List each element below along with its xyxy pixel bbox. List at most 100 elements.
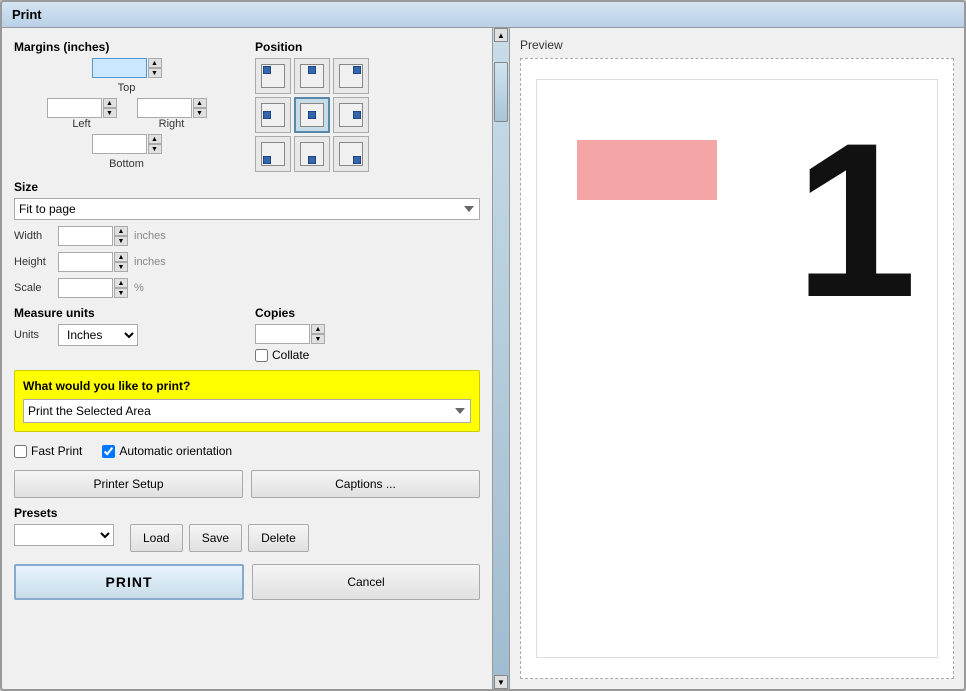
height-spinner: ▲ ▼ [114,252,128,272]
collate-row: Collate [255,348,480,362]
height-row: Height 4,00 ▲ ▼ inches [14,252,480,272]
delete-button[interactable]: Delete [248,524,309,552]
pos-top-left[interactable] [255,58,291,94]
printer-setup-button[interactable]: Printer Setup [14,470,243,498]
lr-margin-row: 0,00 ▲ ▼ Left 0,00 [47,98,207,130]
load-button[interactable]: Load [130,524,183,552]
scroll-down-arrow[interactable]: ▼ [494,675,508,689]
scale-down[interactable]: ▼ [114,288,128,298]
position-title: Position [255,40,480,54]
width-down[interactable]: ▼ [114,236,128,246]
print-what-select[interactable]: Print the Selected Area Print the Whole … [23,399,471,423]
units-label: Units [14,329,52,341]
bottom-margin-field: 0,00 ▲ ▼ [92,134,162,154]
copies-down[interactable]: ▼ [311,334,325,344]
measure-units-section: Measure units Units Inches Centimeters M… [14,306,239,362]
copies-row: 1 ▲ ▼ [255,324,480,344]
print-button[interactable]: PRINT [14,564,244,600]
height-label: Height [14,256,52,268]
pos-mc-dot [308,111,316,119]
save-button[interactable]: Save [189,524,242,552]
pos-bc-dot [308,156,316,164]
options-row: Fast Print Automatic orientation [14,444,480,458]
presets-controls: Load Save Delete [14,524,480,552]
pos-mid-left[interactable] [255,97,291,133]
top-margin-up[interactable]: ▲ [148,58,162,68]
scale-up[interactable]: ▲ [114,278,128,288]
copies-up[interactable]: ▲ [311,324,325,334]
presets-label: Presets [14,506,480,520]
size-select[interactable]: Fit to page Original size Custom [14,198,480,220]
top-margin-input[interactable]: 0,00 [92,58,147,78]
width-input[interactable]: 6,00 [58,226,113,246]
pos-mr-dot [353,111,361,119]
pos-bot-center[interactable] [294,136,330,172]
pos-ml-dot [263,111,271,119]
right-up[interactable]: ▲ [193,98,207,108]
bottom-down[interactable]: ▼ [148,144,162,154]
height-up[interactable]: ▲ [114,252,128,262]
captions-button[interactable]: Captions ... [251,470,480,498]
top-margin-down[interactable]: ▼ [148,68,162,78]
bottom-up[interactable]: ▲ [148,134,162,144]
right-down[interactable]: ▼ [193,108,207,118]
width-spinner: ▲ ▼ [114,226,128,246]
pos-top-right[interactable] [333,58,369,94]
pos-mid-center[interactable] [294,97,330,133]
left-down[interactable]: ▼ [103,108,117,118]
width-label: Width [14,230,52,242]
top-label: Top [118,82,136,94]
pos-bot-left[interactable] [255,136,291,172]
copies-input[interactable]: 1 [255,324,310,344]
pos-br-indicator [339,142,363,166]
fast-print-item: Fast Print [14,444,82,458]
pos-bot-right[interactable] [333,136,369,172]
pos-bl-indicator [261,142,285,166]
units-select[interactable]: Inches Centimeters Millimeters [58,324,138,346]
pos-top-center[interactable] [294,58,330,94]
copies-section: Copies 1 ▲ ▼ Collate [255,306,480,362]
right-label: Right [159,118,185,130]
position-section: Position [255,40,480,172]
bottom-margin-input[interactable]: 0,00 [92,134,147,154]
scroll-up-arrow[interactable]: ▲ [494,28,508,42]
height-field: 4,00 ▲ ▼ [58,252,128,272]
scale-label: Scale [14,282,52,294]
copies-title: Copies [255,306,480,320]
width-up[interactable]: ▲ [114,226,128,236]
pos-bc-indicator [300,142,324,166]
left-margin-input[interactable]: 0,00 [47,98,102,118]
scale-input[interactable]: 100 [58,278,113,298]
measure-units-title: Measure units [14,306,239,320]
pos-mc-indicator [300,103,324,127]
pos-mid-right[interactable] [333,97,369,133]
left-panel: Margins (inches) 0,00 ▲ ▼ Top [2,28,492,689]
presets-select[interactable] [14,524,114,546]
height-down[interactable]: ▼ [114,262,128,272]
title-bar: Print [2,2,964,28]
scrollbar[interactable]: ▲ ▼ [492,28,510,689]
scale-spinner: ▲ ▼ [114,278,128,298]
presets-row: Presets Load Save Delete [14,506,480,552]
height-input[interactable]: 4,00 [58,252,113,272]
copies-field: 1 ▲ ▼ [255,324,325,344]
left-up[interactable]: ▲ [103,98,117,108]
right-margin-field: 0,00 ▲ ▼ [137,98,207,118]
pos-br-dot [353,156,361,164]
pos-ml-indicator [261,103,285,127]
cancel-button[interactable]: Cancel [252,564,480,600]
auto-orient-label: Automatic orientation [119,444,232,458]
scale-unit: % [134,282,144,294]
scrollbar-thumb[interactable] [494,62,508,122]
scale-row: Scale 100 ▲ ▼ % [14,278,480,298]
fast-print-checkbox[interactable] [14,445,27,458]
pos-tc-indicator [300,64,324,88]
preview-number: 1 [795,110,917,330]
size-title: Size [14,180,480,194]
right-margin-input[interactable]: 0,00 [137,98,192,118]
left-margin-spinner: ▲ ▼ [103,98,117,118]
units-row: Units Inches Centimeters Millimeters [14,324,239,346]
right-margin-spinner: ▲ ▼ [193,98,207,118]
auto-orient-checkbox[interactable] [102,445,115,458]
collate-checkbox[interactable] [255,349,268,362]
